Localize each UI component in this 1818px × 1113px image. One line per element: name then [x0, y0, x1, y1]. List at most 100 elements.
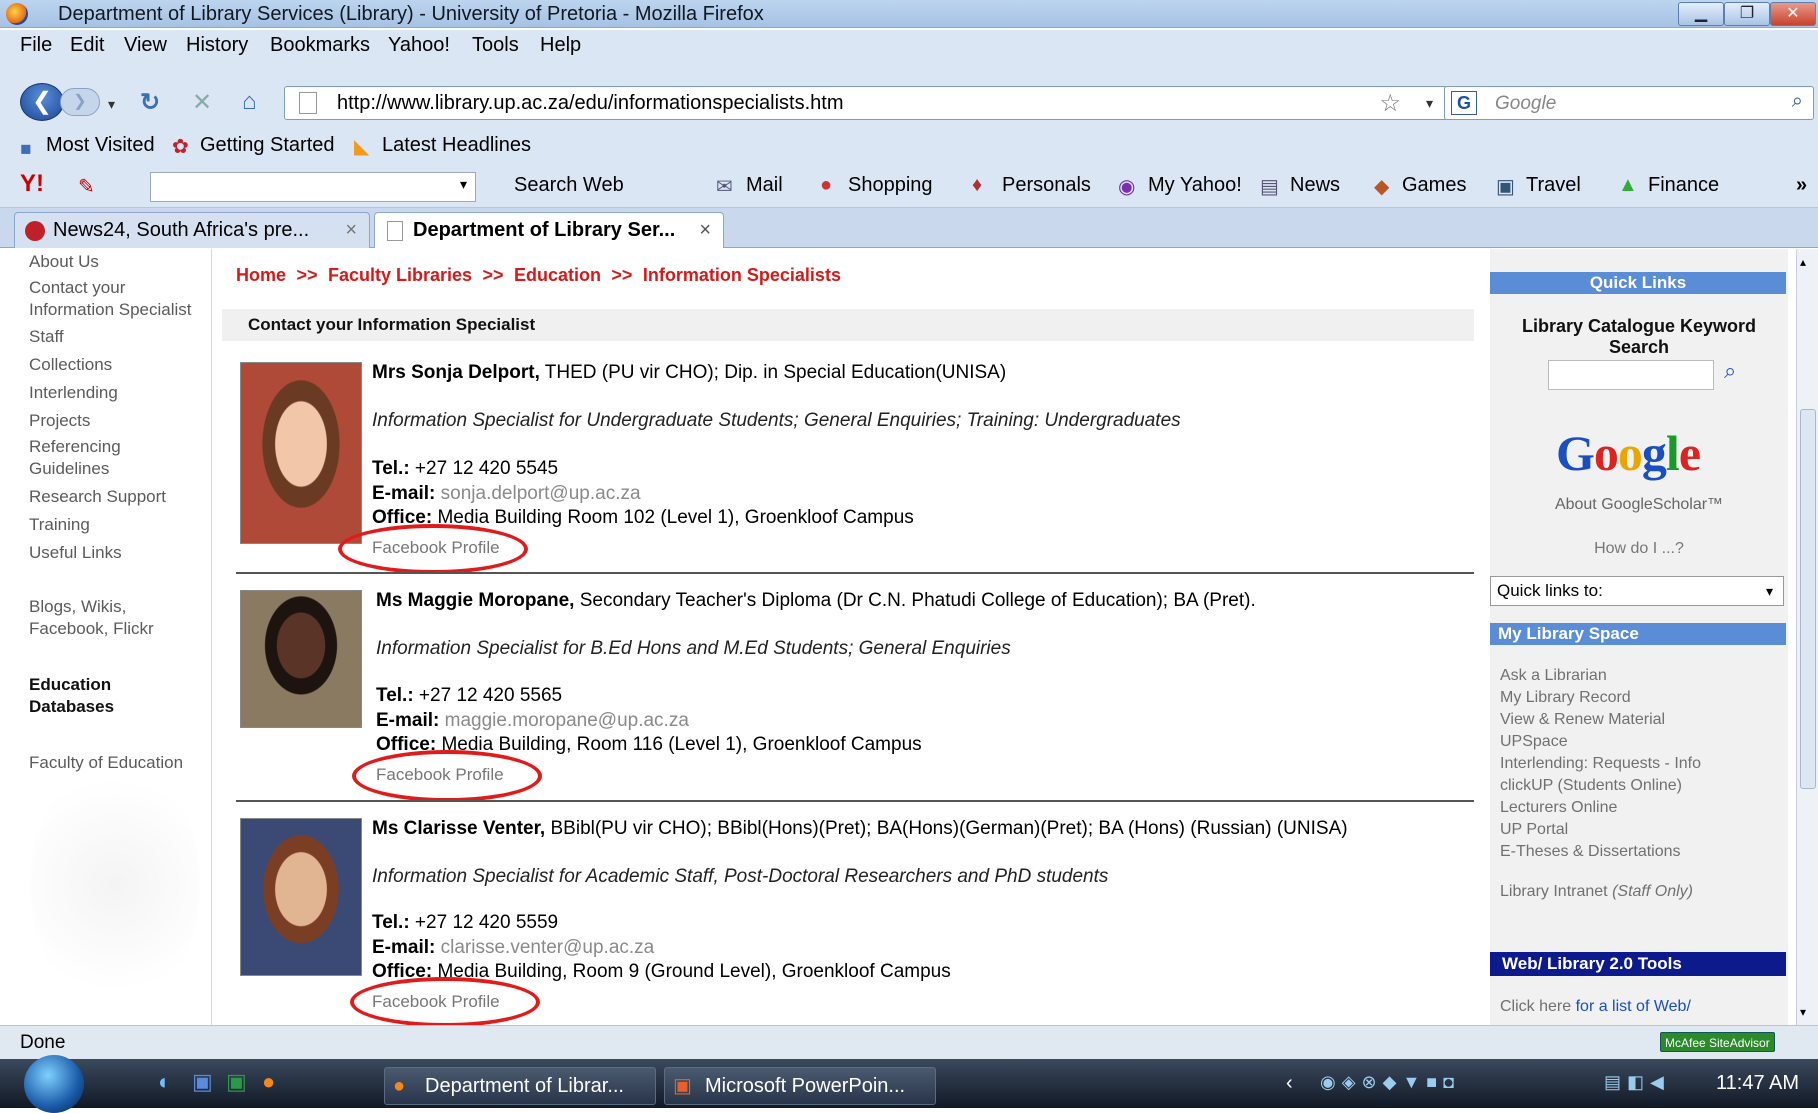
menu-help[interactable]: Help [540, 34, 581, 57]
menu-yahoo[interactable]: Yahoo! [388, 34, 450, 57]
my-yahoo-icon: ◉ [1118, 176, 1136, 198]
breadcrumb-faculty-libraries[interactable]: Faculty Libraries [328, 265, 472, 285]
close-window-button[interactable]: ✕ [1770, 2, 1816, 26]
yahoo-mail[interactable]: Mail [746, 174, 783, 197]
quick-links-select[interactable]: Quick links to: ▾ [1490, 576, 1784, 606]
home-icon[interactable]: ⌂ [242, 88, 257, 116]
nav-contact-specialist[interactable]: Contact your Information Specialist [29, 277, 209, 321]
yahoo-search-web-button[interactable]: Search Web [514, 174, 624, 197]
nav-useful-links[interactable]: Useful Links [29, 542, 122, 564]
google-scholar-logo[interactable]: Google [1556, 424, 1701, 482]
excel-icon[interactable]: ▣ [226, 1069, 247, 1095]
link-clickup[interactable]: clickUP (Students Online) [1500, 777, 1682, 795]
url-dropdown-icon[interactable]: ▾ [1426, 95, 1433, 112]
volume-icon[interactable]: ▤◧◀ [1604, 1072, 1670, 1093]
email-link[interactable]: sonja.delport@up.ac.za [441, 483, 641, 504]
yahoo-games[interactable]: Games [1402, 174, 1466, 197]
word-icon[interactable]: ▣ [192, 1069, 213, 1095]
bookmark-most-visited[interactable]: Most Visited [46, 134, 155, 157]
maximize-button[interactable]: ❐ [1724, 2, 1770, 26]
nav-collections[interactable]: Collections [29, 354, 112, 376]
link-renew-material[interactable]: View & Renew Material [1500, 711, 1665, 729]
catalogue-search-input[interactable] [1548, 360, 1714, 390]
nav-education-databases[interactable]: Education Databases [29, 674, 149, 718]
email-link[interactable]: maggie.moropane@up.ac.za [445, 710, 689, 731]
menu-file[interactable]: File [20, 34, 52, 57]
email-link[interactable]: clarisse.venter@up.ac.za [441, 937, 655, 958]
google-engine-icon[interactable]: G [1451, 91, 1477, 115]
minimize-button[interactable]: ▁ [1678, 2, 1724, 26]
yahoo-finance[interactable]: Finance [1648, 174, 1719, 197]
tab-library[interactable]: Department of Library Ser... × [374, 212, 724, 248]
menu-edit[interactable]: Edit [70, 34, 104, 57]
quicklaunch-icon[interactable]: ◐ [158, 1069, 171, 1095]
link-library-record[interactable]: My Library Record [1500, 689, 1631, 707]
close-tab-icon[interactable]: × [345, 213, 357, 247]
breadcrumb-current[interactable]: Information Specialists [643, 265, 841, 285]
mcafee-siteadvisor-badge[interactable]: McAfee SiteAdvisor [1660, 1032, 1775, 1052]
url-text: http://www.library.up.ac.za/edu/informat… [337, 92, 844, 114]
nav-about-us[interactable]: About Us [29, 251, 99, 273]
pencil-icon[interactable]: ✎ [78, 174, 95, 199]
link-up-portal[interactable]: UP Portal [1500, 821, 1568, 839]
yahoo-dropdown-icon[interactable]: ▾ [460, 176, 467, 193]
history-dropdown-icon[interactable]: ▾ [108, 96, 115, 113]
reload-icon[interactable]: ↻ [140, 88, 160, 117]
scroll-up-icon[interactable]: ▴ [1800, 255, 1806, 269]
nav-training[interactable]: Training [29, 514, 90, 536]
page-scrollbar[interactable]: ▴ ▾ [1796, 249, 1818, 1025]
breadcrumb-education[interactable]: Education [514, 265, 601, 285]
nav-referencing[interactable]: Referencing Guidelines [29, 436, 159, 480]
web-tools-link[interactable]: for a list of Web/ [1576, 998, 1691, 1015]
search-icon[interactable]: ⌕ [1792, 90, 1803, 113]
stop-icon[interactable]: ✕ [192, 88, 212, 117]
start-button[interactable] [24, 1055, 84, 1113]
nav-blogs[interactable]: Blogs, Wikis, Facebook, Flickr [29, 596, 179, 640]
nav-faculty[interactable]: Faculty of Education [29, 752, 183, 774]
star-icon[interactable]: ☆ [1379, 89, 1401, 118]
firefox-taskbar-icon[interactable]: ● [262, 1069, 275, 1095]
nav-research-support[interactable]: Research Support [29, 486, 166, 508]
menu-view[interactable]: View [124, 34, 167, 57]
search-box[interactable]: G Google ⌕ [1444, 86, 1814, 120]
yahoo-personals[interactable]: Personals [1002, 174, 1091, 197]
nav-interlending[interactable]: Interlending [29, 382, 118, 404]
yahoo-news[interactable]: News [1290, 174, 1340, 197]
nav-projects[interactable]: Projects [29, 410, 90, 432]
yahoo-shopping[interactable]: Shopping [848, 174, 933, 197]
menu-bookmarks[interactable]: Bookmarks [270, 34, 370, 57]
tab-news24[interactable]: News24, South Africa's pre... × [14, 212, 370, 248]
link-interlending[interactable]: Interlending: Requests - Info [1500, 755, 1701, 773]
scrollbar-thumb[interactable] [1800, 409, 1816, 789]
menu-tools[interactable]: Tools [472, 34, 519, 57]
close-tab-icon[interactable]: × [699, 213, 711, 247]
link-etheses[interactable]: E-Theses & Dissertations [1500, 843, 1681, 861]
forward-button[interactable]: ❯ [60, 88, 100, 116]
taskbar-powerpoint-window[interactable]: ▣ Microsoft PowerPoin... [664, 1067, 936, 1105]
system-tray-icons[interactable]: ◉◈⊗◆▼■◘ [1320, 1072, 1460, 1093]
magnifier-icon[interactable]: ⌕ [1724, 358, 1736, 384]
yahoo-travel[interactable]: Travel [1526, 174, 1581, 197]
link-library-intranet[interactable]: Library Intranet (Staff Only) [1500, 883, 1693, 901]
tab-label: Department of Library Ser... [413, 219, 676, 241]
web-tools-header: Web/ Library 2.0 Tools [1490, 952, 1786, 976]
link-lecturers-online[interactable]: Lecturers Online [1500, 799, 1617, 817]
link-ask-librarian[interactable]: Ask a Librarian [1500, 667, 1607, 685]
breadcrumb-home[interactable]: Home [236, 265, 286, 285]
address-bar[interactable]: http://www.library.up.ac.za/edu/informat… [284, 86, 1448, 120]
yahoo-logo-icon[interactable]: Y! [20, 170, 44, 198]
tray-expand-icon[interactable]: ‹ [1286, 1072, 1293, 1095]
nav-staff[interactable]: Staff [29, 326, 64, 348]
bookmark-getting-started[interactable]: Getting Started [200, 134, 335, 157]
taskbar-firefox-window[interactable]: ● Department of Librar... [384, 1067, 656, 1105]
chevron-more-icon[interactable]: » [1796, 174, 1807, 197]
how-do-i-link[interactable]: How do I ...? [1494, 540, 1784, 558]
yahoo-search-input[interactable]: ▾ [150, 172, 476, 202]
link-upspace[interactable]: UPSpace [1500, 733, 1568, 751]
scroll-down-icon[interactable]: ▾ [1800, 1005, 1806, 1019]
menu-history[interactable]: History [186, 34, 248, 57]
back-button[interactable]: ❮ [20, 83, 64, 121]
yahoo-my-yahoo[interactable]: My Yahoo! [1148, 174, 1242, 197]
about-google-scholar-link[interactable]: About GoogleScholar™ [1494, 496, 1784, 514]
bookmark-latest-headlines[interactable]: Latest Headlines [382, 134, 531, 157]
